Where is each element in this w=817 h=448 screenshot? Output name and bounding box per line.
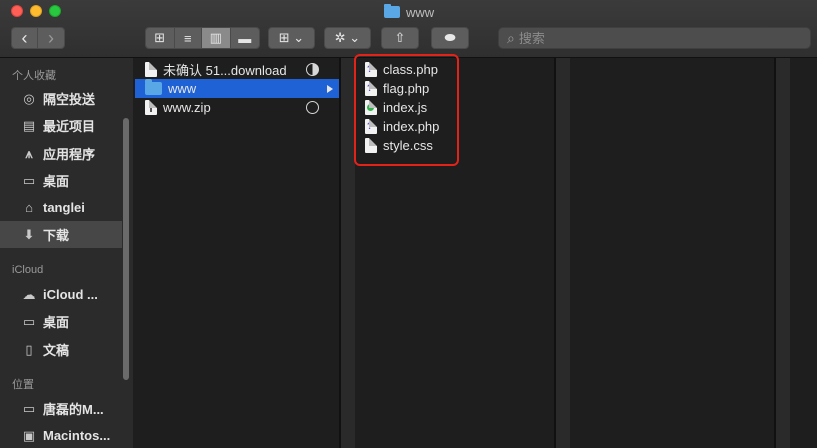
forward-button[interactable]: › <box>38 28 64 48</box>
sidebar-item-macintosh-hd[interactable]: ▣ Macintos... <box>0 422 122 448</box>
sidebar-item-label: 文稿 <box>43 343 70 358</box>
back-chevron-icon: ‹ <box>21 27 28 48</box>
sidebar-item-label: 应用程序 <box>43 147 96 162</box>
list-view-button[interactable]: ≡ <box>174 28 203 48</box>
tag-icon: ⬬ <box>444 30 456 45</box>
sidebar-item-desktop[interactable]: ▭ 桌面 <box>0 167 122 194</box>
sidebar-item-label: 桌面 <box>43 174 70 189</box>
tags-button[interactable]: ⬬ <box>431 27 469 49</box>
sidebar-item-computer[interactable]: ▭ 唐磊的M... <box>0 395 122 422</box>
download-progress-icon <box>306 63 319 76</box>
search-field[interactable]: ⌕ <box>498 27 811 49</box>
back-forward-control: ‹ › <box>11 27 65 49</box>
home-icon: ⌂ <box>25 200 33 215</box>
sidebar-item-label: 隔空投送 <box>43 92 96 107</box>
documents-icon: ▯ <box>25 341 33 357</box>
file-name: www <box>168 81 197 96</box>
file-name: www.zip <box>163 100 211 115</box>
sidebar-item-icloud-desktop[interactable]: ▭ 桌面 <box>0 308 122 335</box>
close-window-button[interactable] <box>11 5 23 17</box>
sidebar-item-label: 桌面 <box>43 315 70 330</box>
sidebar-item-home[interactable]: ⌂ tanglei <box>0 194 122 221</box>
computer-icon: ▭ <box>22 400 36 416</box>
share-button[interactable]: ⇧ <box>381 27 419 49</box>
sidebar-item-label: 最近项目 <box>43 119 96 134</box>
download-progress-icon <box>306 101 319 114</box>
title-bar: www ‹ › ⊞ ≡ ▥ ▬ ⊞ ⌄ ✲ ⌄ ⇧ ⬬ ⌕ <box>0 0 817 58</box>
column-view-button[interactable]: ▥ <box>202 28 231 48</box>
disclosure-arrow-icon <box>327 84 333 93</box>
airdrop-icon: ◎ <box>23 90 35 106</box>
gear-icon: ✲ ⌄ <box>334 30 361 45</box>
sidebar-section-locations: 位置 <box>12 379 34 391</box>
list-item[interactable]: www <box>135 79 339 98</box>
downloads-icon: ⬇ <box>23 226 35 242</box>
highlight-annotation-box <box>354 54 459 166</box>
sidebar-item-label: 下载 <box>43 228 70 243</box>
group-icon: ⊞ ⌄ <box>278 30 305 45</box>
sidebar: 个人收藏 ◎ 隔空投送 ▤ 最近项目 ⩚ 应用程序 ▭ 桌面 ⌂ tanglei… <box>0 58 133 448</box>
icon-view-button[interactable]: ⊞ <box>146 28 175 48</box>
folder-icon <box>145 79 162 95</box>
sidebar-item-label: tanglei <box>43 200 85 215</box>
file-name: 未确认 51...download <box>163 63 287 78</box>
share-icon: ⇧ <box>394 30 406 45</box>
sidebar-item-downloads[interactable]: ⬇ 下载 <box>0 221 122 248</box>
minimize-window-button[interactable] <box>30 5 42 17</box>
window-title: www <box>384 4 434 20</box>
sidebar-section-favorites: 个人收藏 <box>12 70 56 82</box>
list-view-icon: ≡ <box>183 30 192 46</box>
applications-icon: ⩚ <box>25 145 33 161</box>
sidebar-item-applications[interactable]: ⩚ 应用程序 <box>0 140 122 167</box>
sidebar-section-icloud: iCloud <box>12 264 44 276</box>
sidebar-item-airdrop[interactable]: ◎ 隔空投送 <box>0 85 122 112</box>
cloud-icon: ☁ <box>22 286 36 302</box>
column-scrollbar[interactable] <box>340 58 355 448</box>
column-empty <box>790 58 817 448</box>
column-view-icon: ▥ <box>209 30 222 45</box>
window-title-text: www <box>406 4 435 20</box>
gallery-view-button[interactable]: ▬ <box>230 28 259 48</box>
search-icon: ⌕ <box>507 29 515 46</box>
desktop-icon: ▭ <box>22 172 36 188</box>
sidebar-item-label: Macintos... <box>43 428 111 443</box>
column-empty <box>570 58 775 448</box>
sidebar-item-icloud-drive[interactable]: ☁ iCloud ... <box>0 281 122 308</box>
list-item[interactable]: www.zip <box>135 98 339 117</box>
finder-window: www ‹ › ⊞ ≡ ▥ ▬ ⊞ ⌄ ✲ ⌄ ⇧ ⬬ ⌕ 个人收藏 ◎ 隔空投… <box>0 0 817 448</box>
zip-file-icon <box>145 100 157 115</box>
view-mode-control: ⊞ ≡ ▥ ▬ <box>145 27 260 49</box>
disk-icon: ▣ <box>22 427 36 443</box>
gallery-view-icon: ▬ <box>238 30 252 46</box>
group-by-button[interactable]: ⊞ ⌄ <box>268 27 315 49</box>
download-file-icon <box>145 62 157 77</box>
column-scrollbar[interactable] <box>555 58 570 448</box>
sidebar-item-documents[interactable]: ▯ 文稿 <box>0 336 122 363</box>
forward-chevron-icon: › <box>48 27 54 48</box>
back-button[interactable]: ‹ <box>12 27 39 48</box>
sidebar-item-label: iCloud ... <box>43 287 98 302</box>
column-downloads: 未确认 51...download www www.zip <box>135 58 340 448</box>
action-menu-button[interactable]: ✲ ⌄ <box>324 27 371 49</box>
icon-view-icon: ⊞ <box>154 30 166 45</box>
search-input[interactable] <box>518 30 799 46</box>
list-item[interactable]: 未确认 51...download <box>135 60 339 79</box>
recents-icon: ▤ <box>22 117 36 133</box>
zoom-window-button[interactable] <box>49 5 61 17</box>
desktop-icon: ▭ <box>22 313 36 329</box>
column-scrollbar[interactable] <box>775 58 790 448</box>
sidebar-item-label: 唐磊的M... <box>43 402 104 417</box>
folder-icon <box>384 4 400 18</box>
sidebar-item-recents[interactable]: ▤ 最近项目 <box>0 112 122 139</box>
sidebar-scrollbar[interactable] <box>123 118 129 380</box>
